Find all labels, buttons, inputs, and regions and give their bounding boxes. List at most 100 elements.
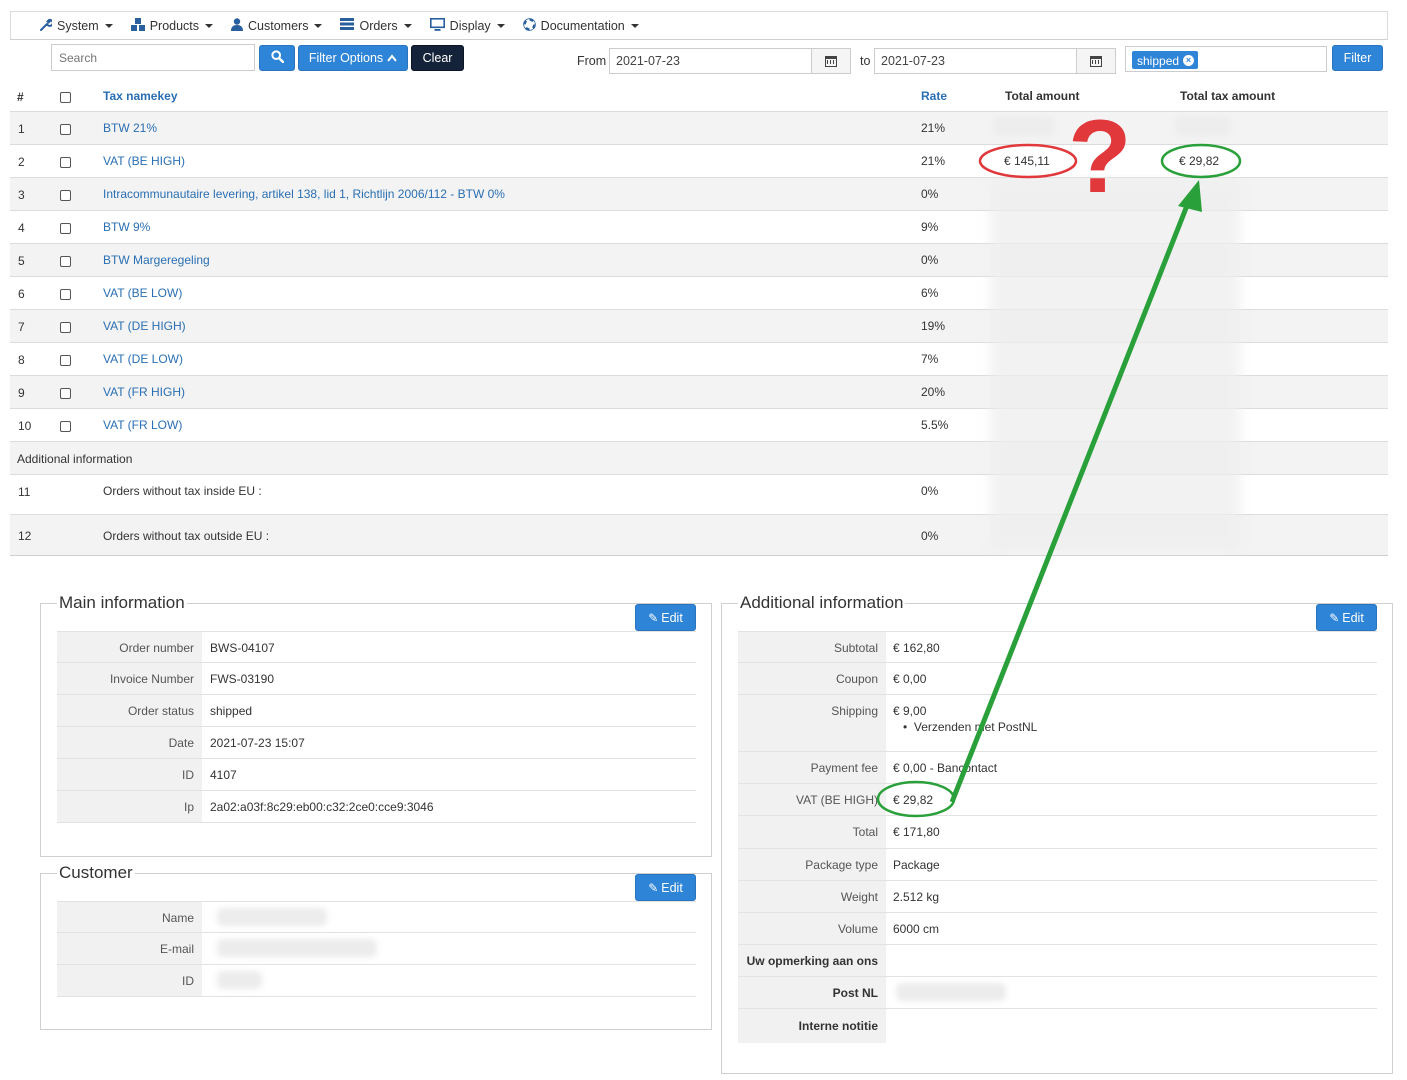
calendar-icon [1090, 55, 1102, 67]
info-key: Subtotal [738, 632, 886, 662]
tax-name-link[interactable]: BTW 9% [103, 220, 150, 234]
info-row: Weight 2.512 kg [738, 881, 1377, 913]
search-input[interactable] [51, 44, 255, 71]
row-checkbox[interactable] [60, 157, 71, 168]
user-icon [231, 17, 244, 34]
additional-information-title: Additional information [738, 593, 906, 613]
info-row: Volume 6000 cm [738, 913, 1377, 945]
tax-rate: 20% [921, 385, 946, 399]
tax-name-link[interactable]: Intracommunautaire levering, artikel 138… [103, 187, 505, 201]
subtotal-value: € 162,80 [893, 641, 940, 655]
tax-rate: 9% [921, 220, 939, 234]
edit-customer-button[interactable]: ✎ Edit [635, 874, 696, 901]
info-row: Shipping € 9,00 • Verzenden met PostNL [738, 695, 1377, 752]
info-row: Uw opmerking aan ons [738, 945, 1377, 977]
clear-label: Clear [422, 51, 453, 65]
tax-name-link[interactable]: VAT (DE HIGH) [103, 319, 186, 333]
nav-orders[interactable]: Orders [340, 18, 412, 33]
tax-rate: 0% [921, 253, 939, 267]
row-checkbox[interactable] [60, 190, 71, 201]
info-row: Post NL [738, 977, 1377, 1009]
nav-documentation[interactable]: Documentation [522, 17, 639, 34]
info-row: Package type Package [738, 849, 1377, 881]
to-date-input[interactable]: 2021-07-23 [874, 48, 1078, 74]
nav-system[interactable]: System [39, 18, 113, 34]
row-checkbox[interactable] [60, 124, 71, 135]
tax-name-link[interactable]: VAT (FR LOW) [103, 418, 182, 432]
to-calendar-button[interactable] [1076, 48, 1116, 74]
row-number: 7 [18, 320, 25, 334]
pencil-icon: ✎ [648, 610, 659, 625]
row-checkbox[interactable] [60, 223, 71, 234]
info-key: Total [738, 816, 886, 848]
select-all-checkbox[interactable] [60, 92, 71, 103]
order-status: shipped [210, 704, 253, 718]
filter-options-button[interactable]: Filter Options [298, 45, 408, 71]
tax-name-link[interactable]: BTW Margeregeling [103, 253, 210, 267]
info-row: ID [57, 965, 696, 997]
row-checkbox[interactable] [60, 256, 71, 267]
info-key: Weight [738, 881, 886, 912]
nav-products[interactable]: Products [130, 17, 214, 34]
info-row: Order number BWS-04107 [57, 631, 696, 663]
col-rate[interactable]: Rate [921, 89, 947, 103]
nav-display[interactable]: Display [429, 17, 505, 34]
info-row: Total € 171,80 [738, 816, 1377, 849]
tax-name-link[interactable]: BTW 21% [103, 121, 157, 135]
filter-options-label: Filter Options [308, 51, 384, 65]
tax-name-link[interactable]: VAT (DE LOW) [103, 352, 183, 366]
total-amount: € 145,11 [1004, 154, 1050, 168]
total-tax-amount: € 29,82 [1179, 154, 1220, 168]
from-calendar-button[interactable] [811, 48, 851, 74]
info-row: Date 2021-07-23 15:07 [57, 727, 696, 759]
info-row: E-mail [57, 933, 696, 965]
info-key: E-mail [57, 933, 202, 964]
search-button[interactable] [259, 45, 295, 71]
filter-button[interactable]: Filter [1332, 45, 1383, 71]
shipping-value: € 9,00 [893, 704, 927, 718]
tax-rate: 0% [921, 484, 939, 498]
chevron-down-icon [403, 23, 412, 28]
row-number: 1 [18, 122, 25, 136]
tax-rate: 6% [921, 286, 939, 300]
row-number: 11 [18, 485, 31, 499]
info-key: Interne notitie [738, 1009, 886, 1043]
payment-fee-value: € 0,00 - Bancontact [893, 761, 998, 775]
row-checkbox[interactable] [60, 388, 71, 399]
order-date: 2021-07-23 15:07 [210, 736, 305, 750]
tax-name-link[interactable]: VAT (FR HIGH) [103, 385, 185, 399]
edit-label: Edit [1342, 610, 1364, 625]
info-key: Invoice Number [57, 663, 202, 694]
shipping-method-label: Verzenden met PostNL [913, 720, 1038, 734]
info-row: ID 4107 [57, 759, 696, 791]
row-number: 5 [18, 254, 25, 268]
row-number: 8 [18, 353, 25, 367]
col-tax-namekey[interactable]: Tax namekey [103, 89, 178, 103]
row-checkbox[interactable] [60, 421, 71, 432]
tax-rate: 21% [921, 154, 946, 168]
clear-button[interactable]: Clear [411, 45, 464, 71]
remove-tag-icon[interactable]: × [1183, 55, 1195, 66]
status-filter-select[interactable]: shipped × [1125, 46, 1327, 72]
chevron-down-icon [205, 23, 214, 28]
info-row: Payment fee € 0,00 - Bancontact [738, 752, 1377, 784]
nav-customers[interactable]: Customers [231, 17, 323, 34]
redacted-customer-id [217, 971, 262, 989]
info-row: Ip 2a02:a03f:8c29:eb00:c32:2ce0:cce9:304… [57, 791, 696, 823]
tax-name-link[interactable]: VAT (BE LOW) [103, 286, 182, 300]
shipping-method: • Verzenden met PostNL [903, 720, 1038, 734]
edit-main-info-button[interactable]: ✎ Edit [635, 604, 696, 631]
nav-documentation-label: Documentation [540, 18, 625, 33]
row-label: Orders without tax inside EU : [103, 484, 262, 498]
from-date-input[interactable]: 2021-07-23 [609, 48, 813, 74]
row-checkbox[interactable] [60, 355, 71, 366]
redacted-email [217, 939, 377, 957]
edit-additional-info-button[interactable]: ✎ Edit [1316, 604, 1377, 631]
row-number: 6 [18, 287, 25, 301]
tax-name-link[interactable]: VAT (BE HIGH) [103, 154, 185, 168]
info-key: Shipping [738, 695, 886, 751]
row-checkbox[interactable] [60, 289, 71, 300]
info-key: Coupon [738, 663, 886, 694]
info-row: Name [57, 901, 696, 933]
row-checkbox[interactable] [60, 322, 71, 333]
